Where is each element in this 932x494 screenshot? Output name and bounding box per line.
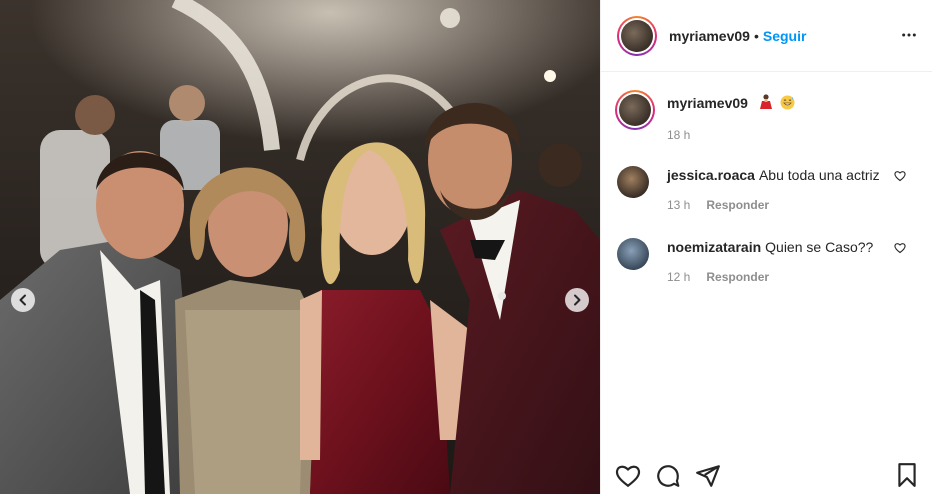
more-options-icon[interactable] [900, 26, 918, 44]
comment-icon[interactable] [655, 463, 681, 489]
bookmark-icon[interactable] [894, 462, 920, 488]
post-sidebar: myriamev09 • Seguir myriamev09 18 h jess… [600, 0, 932, 494]
caption-avatar[interactable] [615, 90, 655, 130]
reply-button[interactable]: Responder [706, 270, 769, 284]
comment-username[interactable]: jessica.roaca [667, 167, 755, 183]
group-photo [0, 0, 600, 494]
heart-icon[interactable] [615, 463, 641, 489]
comment-text: Quien se Caso?? [765, 239, 874, 255]
follow-button[interactable]: Seguir [763, 28, 807, 44]
instagram-post: myriamev09 • Seguir myriamev09 18 h jess… [0, 0, 932, 494]
share-icon[interactable] [695, 463, 721, 489]
caption: myriamev09 18 h [615, 90, 916, 142]
heart-icon[interactable] [894, 242, 906, 254]
commenter-avatar[interactable] [617, 166, 649, 198]
comment-time: 13 h [667, 198, 691, 212]
header-username[interactable]: myriamev09 [669, 28, 750, 44]
avatar[interactable] [617, 15, 657, 56]
comment-text: Abu toda una actriz [758, 167, 880, 183]
comments-list: myriamev09 18 h jessica.roaca Abu toda u… [601, 72, 932, 284]
commenter-avatar[interactable] [617, 238, 649, 270]
caption-time: 18 h [667, 128, 691, 142]
heart-icon[interactable] [894, 170, 906, 182]
post-header: myriamev09 • Seguir [601, 0, 932, 72]
comment-item: jessica.roaca Abu toda una actriz 13 h Re… [617, 166, 916, 212]
comment-username[interactable]: noemizatarain [667, 239, 761, 255]
chevron-right-icon[interactable] [565, 288, 589, 312]
post-media[interactable] [0, 0, 600, 494]
action-bar [601, 458, 932, 494]
header-separator: • [753, 27, 759, 44]
grinning-sweat-emoji [780, 95, 795, 114]
dancer-emoji [759, 94, 773, 114]
reply-button[interactable]: Responder [706, 198, 769, 212]
chevron-left-icon[interactable] [11, 288, 35, 312]
caption-username[interactable]: myriamev09 [667, 95, 748, 111]
comment-time: 12 h [667, 270, 691, 284]
comment-item: noemizatarain Quien se Caso?? 12 h Respon… [617, 238, 916, 284]
